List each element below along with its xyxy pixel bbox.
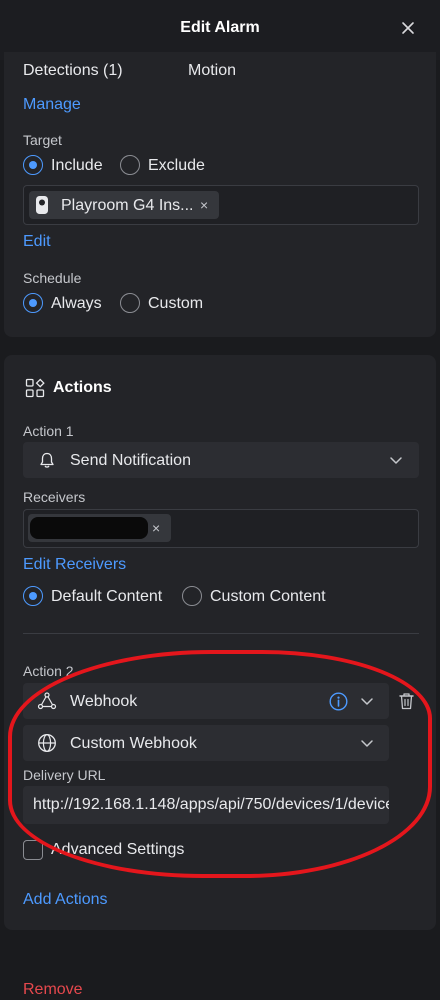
action1-type-value: Send Notification bbox=[70, 452, 191, 469]
add-actions-link[interactable]: Add Actions bbox=[23, 891, 108, 909]
chevron-down-icon bbox=[361, 698, 373, 705]
bell-icon bbox=[40, 452, 54, 468]
advanced-settings-label: Advanced Settings bbox=[51, 841, 185, 858]
chevron-down-icon bbox=[361, 740, 373, 747]
trash-icon[interactable] bbox=[398, 692, 415, 710]
schedule-custom-radio[interactable] bbox=[120, 293, 140, 313]
target-include-radio[interactable] bbox=[23, 155, 43, 175]
schedule-custom-label: Custom bbox=[148, 295, 204, 312]
action2-type-value: Webhook bbox=[70, 693, 138, 710]
schedule-always-radio[interactable] bbox=[23, 293, 43, 313]
actions-divider bbox=[23, 633, 419, 634]
action1-label: Action 1 bbox=[23, 423, 74, 439]
default-content-radio[interactable] bbox=[23, 586, 43, 606]
delivery-url-label: Delivery URL bbox=[23, 767, 106, 783]
receivers-label: Receivers bbox=[23, 489, 86, 505]
receiver-chip-remove[interactable]: × bbox=[152, 520, 160, 536]
custom-content-label: Custom Content bbox=[210, 588, 326, 605]
delivery-url-value: http://192.168.1.148/apps/api/750/device… bbox=[33, 796, 389, 813]
camera-icon bbox=[36, 196, 48, 214]
target-exclude-radio[interactable] bbox=[120, 155, 140, 175]
remove-alarm-link[interactable]: Remove bbox=[23, 981, 83, 999]
advanced-settings-checkbox[interactable] bbox=[23, 840, 43, 860]
manage-link[interactable]: Manage bbox=[23, 96, 81, 114]
device-chip-label: Playroom G4 Ins... bbox=[61, 197, 194, 214]
redacted-receiver bbox=[30, 517, 148, 539]
webhook-kind-value: Custom Webhook bbox=[70, 735, 197, 752]
target-label: Target bbox=[23, 132, 62, 148]
schedule-label: Schedule bbox=[23, 270, 82, 286]
detections-label: Detections (1) bbox=[23, 62, 123, 79]
globe-icon bbox=[38, 734, 56, 752]
action2-label: Action 2 bbox=[23, 663, 74, 679]
chevron-down-icon bbox=[390, 457, 402, 464]
close-icon[interactable] bbox=[400, 20, 416, 36]
target-exclude-label: Exclude bbox=[148, 157, 205, 174]
default-content-label: Default Content bbox=[51, 588, 163, 605]
edit-target-link[interactable]: Edit bbox=[23, 233, 51, 251]
dialog-title: Edit Alarm bbox=[180, 19, 260, 36]
actions-grid-icon bbox=[25, 378, 45, 398]
schedule-always-label: Always bbox=[51, 295, 102, 312]
info-icon[interactable] bbox=[329, 692, 348, 711]
target-include-label: Include bbox=[51, 157, 103, 174]
detections-value: Motion bbox=[188, 62, 237, 79]
edit-receivers-link[interactable]: Edit Receivers bbox=[23, 556, 126, 574]
actions-heading: Actions bbox=[53, 379, 112, 396]
webhook-icon bbox=[37, 692, 57, 710]
custom-content-radio[interactable] bbox=[182, 586, 202, 606]
dialog-header: Edit Alarm bbox=[0, 0, 440, 60]
delivery-url-input[interactable]: http://192.168.1.148/apps/api/750/device… bbox=[23, 786, 389, 824]
device-chip-remove[interactable]: × bbox=[200, 197, 208, 213]
